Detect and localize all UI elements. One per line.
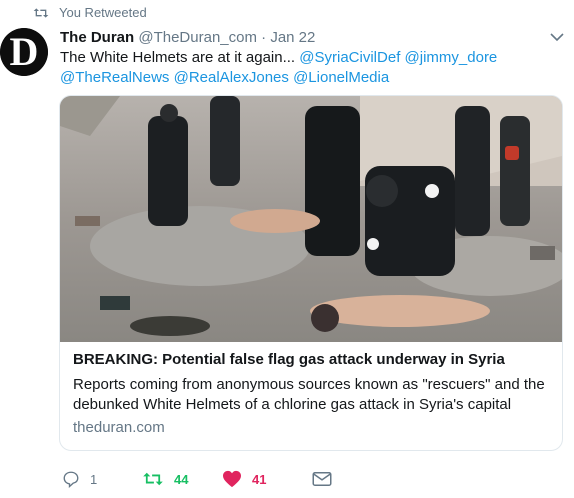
mention-link[interactable]: @RealAlexJones (174, 69, 289, 86)
retweet-icon (33, 7, 49, 18)
card-title: BREAKING: Potential false flag gas attac… (73, 351, 505, 368)
mention-link[interactable]: @jimmy_dore (405, 49, 498, 66)
svg-text:D: D (10, 29, 39, 74)
mention-link[interactable]: @SyriaCivilDef (299, 49, 400, 66)
card-description: Reports coming from anonymous sources kn… (73, 376, 545, 413)
envelope-icon (312, 472, 332, 486)
like-count: 41 (252, 471, 267, 487)
tweet-actions: 1 44 41 (62, 470, 332, 488)
mention-link[interactable]: @LionelMedia (293, 69, 389, 86)
reply-button[interactable]: 1 (62, 470, 142, 488)
retweet-icon (143, 472, 163, 486)
retweet-context: You Retweeted (33, 5, 147, 20)
direct-message-button[interactable] (312, 471, 332, 487)
heart-icon (223, 470, 241, 488)
avatar[interactable]: D (0, 28, 48, 76)
reply-count: 1 (90, 471, 98, 487)
tweet-text: The White Helmets are at it again... @Sy… (60, 48, 550, 88)
retweet-button[interactable]: 44 (142, 471, 222, 487)
card-domain: theduran.com (73, 419, 165, 436)
chevron-down-icon[interactable] (550, 32, 564, 42)
duran-logo-icon: D (0, 28, 48, 76)
author-handle[interactable]: @TheDuran_com (138, 29, 257, 46)
like-button[interactable]: 41 (222, 470, 312, 488)
retweet-count: 44 (174, 471, 189, 487)
retweet-context-label: You Retweeted (59, 5, 147, 20)
card-photo (60, 96, 562, 342)
link-card[interactable]: BREAKING: Potential false flag gas attac… (59, 95, 563, 451)
tweet-header: The Duran @TheDuran_com · Jan 22 (60, 29, 554, 46)
tweet-text-lead: The White Helmets are at it again... (60, 49, 296, 66)
reply-icon (63, 471, 79, 488)
author-name[interactable]: The Duran (60, 29, 134, 46)
mention-link[interactable]: @TheRealNews (60, 69, 169, 86)
separator: · (261, 29, 267, 46)
tweet-time[interactable]: Jan 22 (270, 29, 315, 46)
card-body: BREAKING: Potential false flag gas attac… (73, 350, 550, 436)
